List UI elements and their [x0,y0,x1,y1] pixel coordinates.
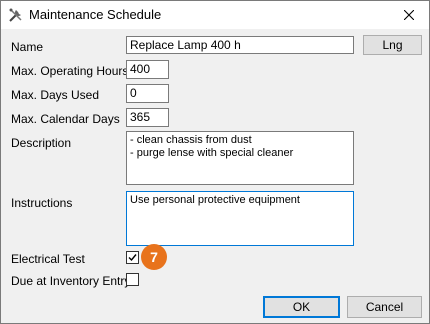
description-line: - purge lense with special cleaner [130,147,294,159]
title-bar[interactable]: Maintenance Schedule [1,1,429,29]
due-inventory-label: Due at Inventory Entry [11,274,131,288]
description-line: - clean chassis from dust [130,134,252,146]
window-title: Maintenance Schedule [29,7,162,22]
instructions-textarea[interactable]: Use personal protective equipment [126,191,354,246]
checkmark-icon [128,254,137,262]
max-calendar-days-label: Max. Calendar Days [11,112,120,126]
max-operating-hours-label: Max. Operating Hours [11,64,129,78]
name-label: Name [11,40,44,54]
name-field[interactable]: Replace Lamp 400 h [126,36,354,54]
tools-icon [7,6,25,24]
instructions-text: Use personal protective equipment [130,194,300,206]
max-days-used-label: Max. Days Used [11,88,100,102]
electrical-test-checkbox[interactable] [126,251,139,264]
electrical-test-label: Electrical Test [11,252,85,266]
max-days-used-field[interactable]: 0 [126,84,169,103]
description-textarea[interactable]: - clean chassis from dust - purge lense … [126,131,354,185]
description-label: Description [11,136,72,150]
max-operating-hours-field[interactable]: 400 [126,60,169,79]
ok-button[interactable]: OK [263,296,340,318]
instructions-label: Instructions [11,196,73,210]
lng-button[interactable]: Lng [363,35,422,55]
close-button[interactable] [389,1,429,29]
step-badge: 7 [141,244,167,270]
close-icon [404,10,414,20]
cancel-button[interactable]: Cancel [347,296,422,318]
due-inventory-checkbox[interactable] [126,273,139,286]
dialog-window: Maintenance Schedule Name Replace Lamp 4… [0,0,430,324]
max-calendar-days-field[interactable]: 365 [126,108,169,127]
